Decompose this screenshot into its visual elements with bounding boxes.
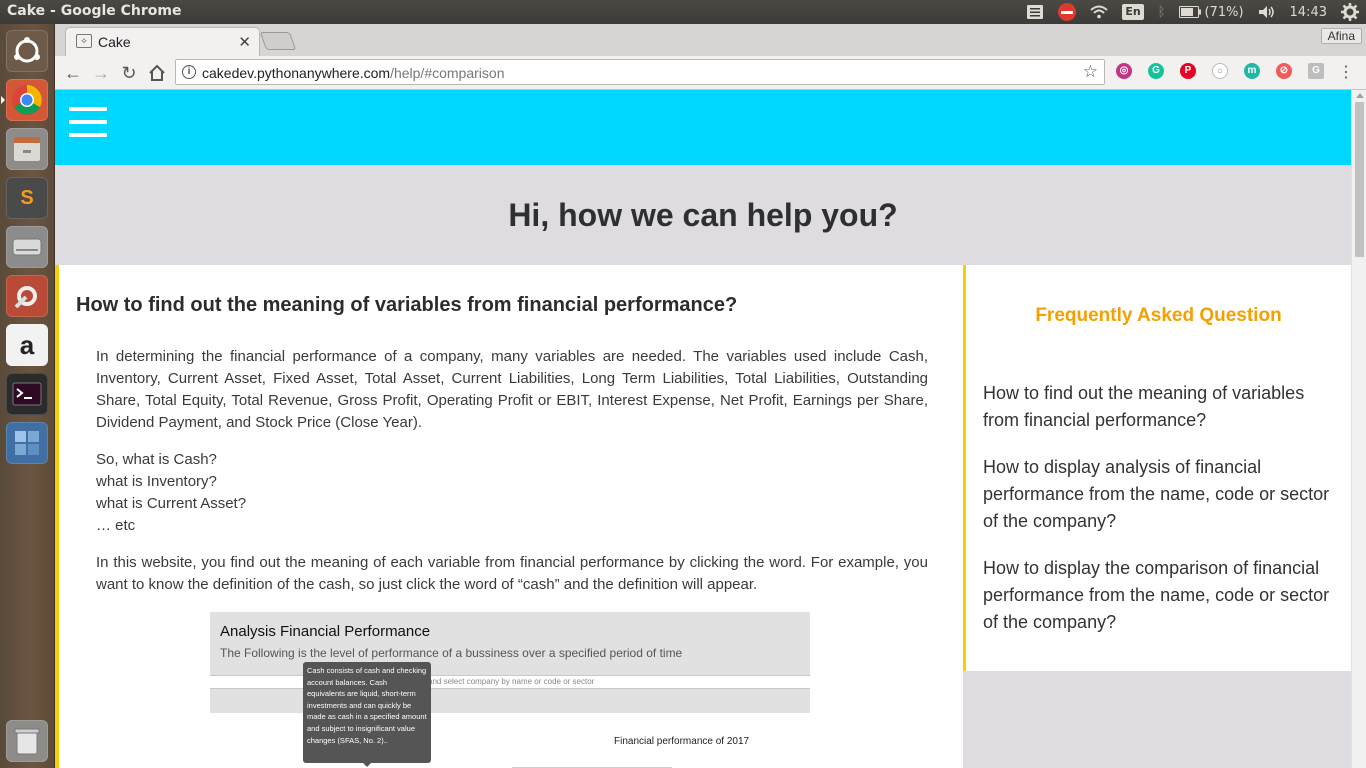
cash-definition-tooltip: Cash consists of cash and checking accou…	[303, 662, 431, 767]
settings-gear-icon[interactable]	[1334, 0, 1366, 24]
wifi-icon[interactable]	[1083, 0, 1115, 24]
unity-launcher: S a	[0, 24, 55, 768]
favicon-icon: ✧	[76, 34, 92, 48]
faq-item-meaning-of-variables[interactable]: How to find out the meaning of variables…	[983, 380, 1338, 434]
faq-sidebar: Frequently Asked Question How to find ou…	[963, 265, 1351, 671]
site-info-icon[interactable]: i	[182, 65, 196, 79]
url-host: cakedev.pythonanywhere.com	[202, 65, 391, 81]
page-scrollbar[interactable]	[1351, 90, 1366, 768]
article-heading: How to find out the meaning of variables…	[76, 294, 738, 316]
question-line: what is Inventory?	[96, 473, 217, 490]
system-tray: En ᛒ (71%) 14:43	[1019, 0, 1366, 24]
instagram-extension-icon[interactable]: ◎	[1116, 63, 1132, 79]
battery-percent: (71%)	[1204, 4, 1244, 20]
window-title: Cake - Google Chrome	[7, 3, 182, 19]
sublime-text-launcher-icon[interactable]: S	[6, 177, 48, 219]
address-bar[interactable]: i cakedev.pythonanywhere.com/help/#compa…	[175, 59, 1105, 85]
pinterest-extension-icon[interactable]: P	[1180, 63, 1196, 79]
trash-launcher-icon[interactable]	[6, 720, 48, 762]
keyboard-language[interactable]: En	[1115, 0, 1150, 24]
messaging-menu-icon[interactable]	[1019, 0, 1051, 24]
site-header	[55, 90, 1351, 165]
close-tab-icon[interactable]: ✕	[238, 33, 251, 51]
question-line: … etc	[96, 517, 136, 534]
terminal-launcher-icon[interactable]	[6, 373, 48, 415]
browser-toolbar: ← → ↻ i cakedev.pythonanywhere.com/help/…	[55, 56, 1366, 90]
scrollbar-thumb[interactable]	[1355, 102, 1364, 257]
grammarly-extension-icon[interactable]: G	[1148, 63, 1164, 79]
faq-item-display-comparison[interactable]: How to display the comparison of financi…	[983, 555, 1338, 636]
clock[interactable]: 14:43	[1283, 0, 1334, 24]
volume-icon[interactable]	[1251, 0, 1283, 24]
battery-indicator[interactable]: (71%)	[1172, 0, 1250, 24]
disk-launcher-icon[interactable]	[6, 226, 48, 268]
chrome-menu-icon[interactable]: ⋮	[1338, 62, 1354, 82]
faq-item-display-analysis[interactable]: How to display analysis of financial per…	[983, 454, 1338, 535]
reload-icon[interactable]: ↻	[117, 61, 141, 85]
page-viewport: Hi, how we can help you? How to find out…	[55, 90, 1351, 768]
amazon-launcher-icon[interactable]: a	[6, 324, 48, 366]
example-subtitle: The Following is the level of performanc…	[220, 646, 683, 660]
example-search-input: and select company by name or code or se…	[210, 675, 810, 689]
tab-title: Cake	[98, 34, 131, 50]
hamburger-menu-icon[interactable]	[69, 107, 107, 145]
example-chart-title: Financial performance of 2017	[614, 736, 750, 747]
question-line: So, what is Cash?	[96, 451, 217, 468]
faq-title: Frequently Asked Question	[1035, 305, 1282, 326]
example-input-hint: and select company by name or code or se…	[428, 677, 595, 686]
home-icon[interactable]	[145, 61, 169, 85]
ubuntu-dash-icon[interactable]	[6, 30, 48, 72]
scroll-up-arrow-icon[interactable]	[1356, 93, 1364, 98]
extension-grey-icon[interactable]: ○	[1212, 63, 1228, 79]
chrome-launcher-icon[interactable]	[6, 79, 48, 121]
example-title: Analysis Financial Performance	[220, 623, 431, 640]
system-top-panel: Cake - Google Chrome En ᛒ (71%) 14:43	[0, 0, 1366, 24]
article-panel: How to find out the meaning of variables…	[55, 265, 963, 768]
back-arrow-icon[interactable]: ←	[61, 61, 85, 85]
question-list: So, what is Cash? what is Inventory? wha…	[96, 449, 246, 537]
chrome-running-indicator	[1, 96, 5, 104]
example-screenshot: Analysis Financial Performance The Follo…	[210, 612, 810, 768]
page-title: Hi, how we can help you?	[508, 197, 898, 233]
question-line: what is Current Asset?	[96, 495, 247, 512]
system-settings-launcher-icon[interactable]	[6, 275, 48, 317]
no-entry-icon[interactable]	[1051, 0, 1083, 24]
battery-icon	[1179, 6, 1202, 18]
bluetooth-icon[interactable]: ᛒ	[1151, 0, 1173, 24]
bookmark-star-icon[interactable]: ☆	[1083, 62, 1098, 82]
browser-tab-strip: ✧ Cake ✕ Afina	[55, 24, 1366, 56]
hero-section: Hi, how we can help you?	[55, 165, 1351, 265]
example-toolbar	[210, 689, 810, 713]
google-extension-icon[interactable]: G	[1308, 63, 1324, 79]
browser-tab[interactable]: ✧ Cake ✕	[65, 27, 260, 56]
url-text: cakedev.pythonanywhere.com/help/#compari…	[202, 65, 504, 81]
article-paragraph-1: In determining the financial performance…	[96, 348, 928, 431]
url-path: /help/#comparison	[390, 65, 505, 81]
new-tab-button[interactable]	[259, 32, 297, 50]
forward-arrow-icon[interactable]: →	[89, 61, 113, 85]
extension-teal-icon[interactable]: m	[1244, 63, 1260, 79]
workspace-switcher-icon[interactable]	[6, 422, 48, 464]
example-header: Analysis Financial Performance The Follo…	[210, 612, 810, 675]
files-launcher-icon[interactable]	[6, 128, 48, 170]
profile-button[interactable]: Afina	[1320, 28, 1362, 44]
article-paragraph-2: In this website, you find out the meanin…	[96, 554, 928, 593]
extension-red-icon[interactable]: ⊘	[1276, 63, 1292, 79]
